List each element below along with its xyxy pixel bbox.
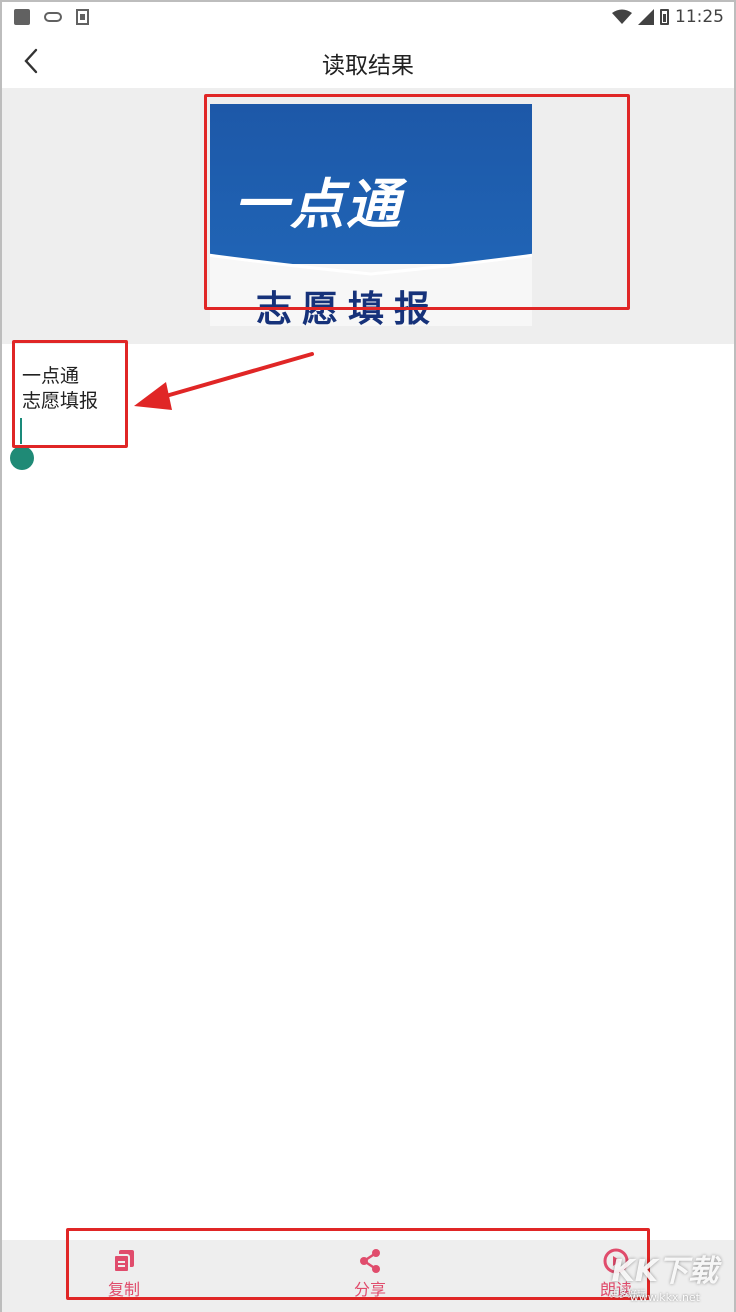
status-time: 11:25 — [675, 7, 724, 27]
annotation-box-toolbar — [66, 1228, 650, 1300]
annotation-box-text — [12, 340, 128, 448]
annotation-box-image — [204, 94, 630, 310]
page-title: 读取结果 — [322, 53, 414, 79]
watermark-logo: KK下载 — [611, 1254, 719, 1289]
status-bar-system: 11:25 — [612, 7, 724, 27]
watermark-url: www.kkx.net — [629, 1291, 700, 1304]
signal-icon — [638, 9, 654, 25]
status-bar-notifications — [14, 9, 89, 25]
document-icon — [76, 9, 89, 25]
annotation-arrow — [134, 352, 314, 410]
wifi-icon — [612, 9, 632, 24]
cloud-icon — [44, 12, 62, 22]
app-bar: 读取结果 — [2, 34, 734, 88]
square-notification-icon — [14, 9, 30, 25]
status-bar: 11:25 — [2, 2, 734, 34]
phone-screen: 11:25 读取结果 一点通 志愿填报 一点通 志愿填报 复制 分享 朗读 KK… — [0, 0, 736, 1312]
cursor-handle[interactable] — [10, 446, 34, 470]
battery-icon — [660, 9, 669, 25]
watermark: KK下载 更多好玩 www.kkx.net — [604, 1246, 724, 1306]
